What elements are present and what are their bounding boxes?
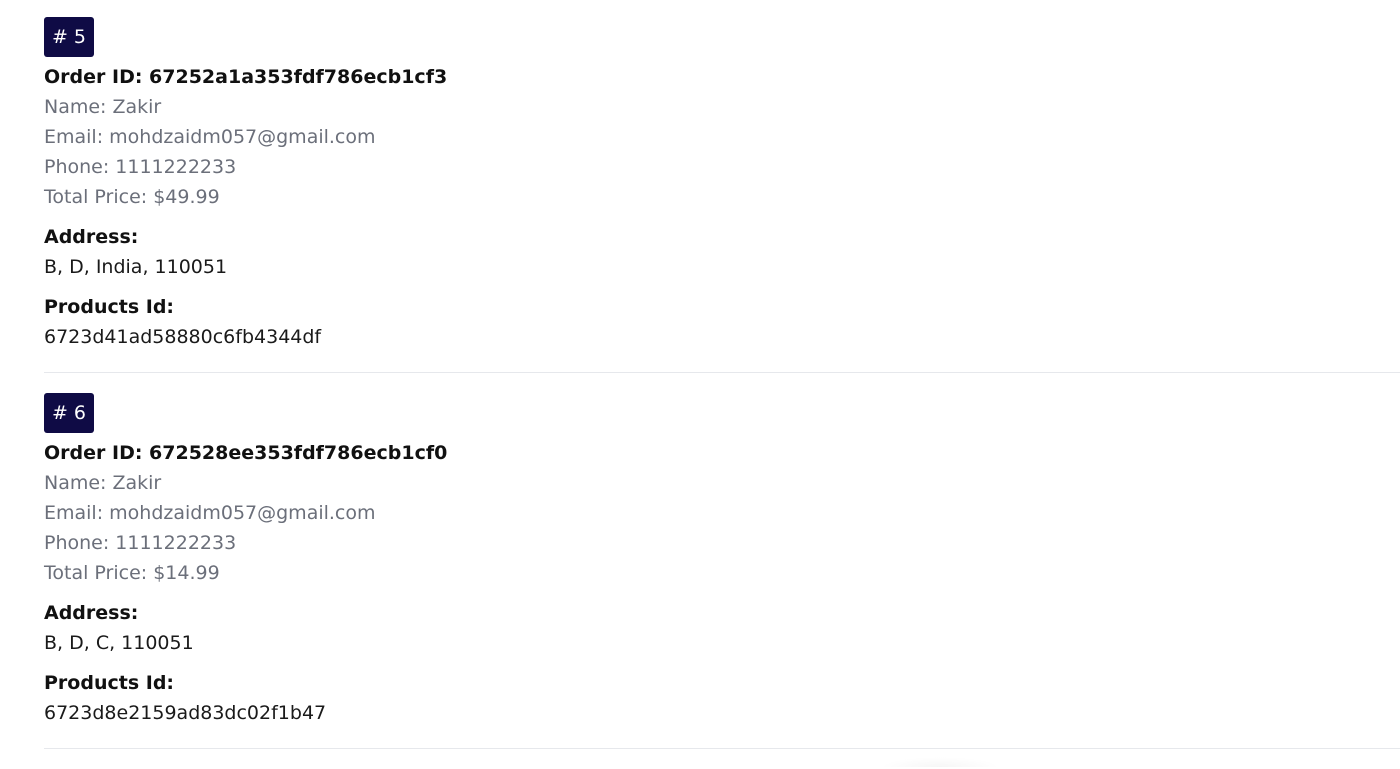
products-id-value: 6723d41ad58880c6fb4344df — [44, 326, 322, 348]
customer-phone: Phone: 1111222233 — [44, 156, 237, 178]
products-id-value: 6723d8e2159ad83dc02f1b47 — [44, 702, 327, 724]
order-card: # 5 Order ID: 67252a1a353fdf786ecb1cf3 N… — [44, 17, 1400, 393]
customer-email: Email: mohdzaidm057@gmail.com — [44, 502, 376, 524]
order-divider — [44, 748, 1400, 749]
products-id-label: Products Id: — [44, 296, 175, 318]
order-divider — [44, 372, 1400, 373]
order-id: Order ID: 672528ee353fdf786ecb1cf0 — [44, 442, 448, 464]
address-label: Address: — [44, 602, 139, 624]
order-id: Order ID: 67252a1a353fdf786ecb1cf3 — [44, 66, 448, 88]
order-total-price: Total Price: $49.99 — [44, 186, 220, 208]
address-label: Address: — [44, 226, 139, 248]
customer-phone: Phone: 1111222233 — [44, 532, 237, 554]
address-value: B, D, India, 110051 — [44, 256, 228, 278]
order-number-badge: # 5 — [44, 17, 94, 57]
order-total-price: Total Price: $14.99 — [44, 562, 220, 584]
products-id-label: Products Id: — [44, 672, 175, 694]
loading-shadow — [880, 757, 1000, 767]
address-value: B, D, C, 110051 — [44, 632, 194, 654]
order-card: # 6 Order ID: 672528ee353fdf786ecb1cf0 N… — [44, 393, 1400, 769]
customer-name: Name: Zakir — [44, 472, 162, 494]
customer-name: Name: Zakir — [44, 96, 162, 118]
order-number-badge: # 6 — [44, 393, 94, 433]
customer-email: Email: mohdzaidm057@gmail.com — [44, 126, 376, 148]
orders-list: # 5 Order ID: 67252a1a353fdf786ecb1cf3 N… — [44, 17, 1400, 769]
